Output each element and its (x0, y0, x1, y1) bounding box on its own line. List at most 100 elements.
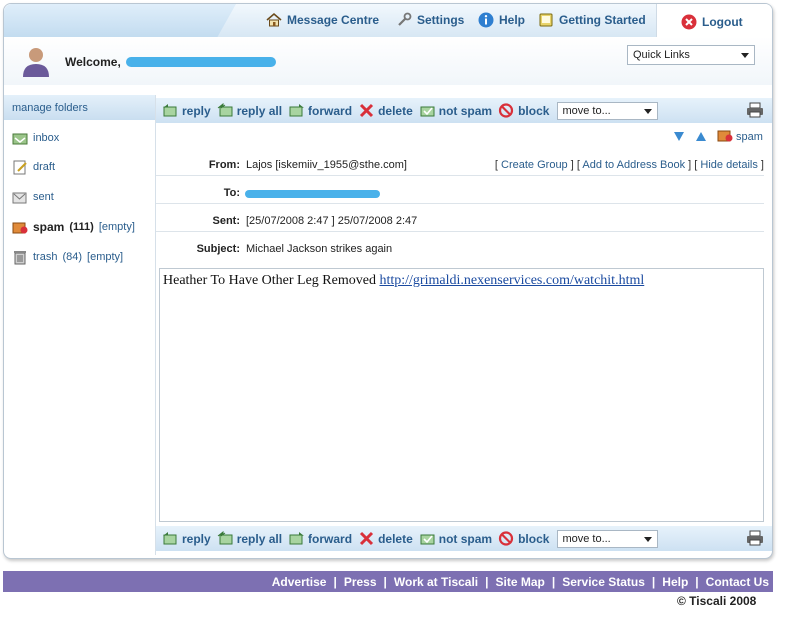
delete-button[interactable]: delete (358, 103, 413, 118)
not-spam-label: not spam (438, 103, 493, 118)
move-to-selected: move to... (562, 104, 611, 117)
reply-all-button[interactable]: reply all (217, 102, 283, 118)
block-button[interactable]: block (498, 531, 549, 546)
user-avatar-icon (21, 46, 51, 78)
book-icon (538, 12, 554, 28)
footer-separator: | (695, 574, 699, 589)
from-value[interactable]: Lajos [iskemiiv_1955@sthe.com] (246, 159, 407, 171)
nav-help[interactable]: Help (478, 10, 525, 30)
reply-icon (162, 531, 179, 546)
nav-getting-started[interactable]: Getting Started (538, 10, 646, 30)
block-label: block (518, 531, 550, 546)
sidebar-item-label: spam (33, 220, 65, 234)
webmail-window: Message Centre Settings Help Getting Sta… (3, 3, 773, 559)
welcome-bar: Welcome, Quick Links (4, 37, 772, 85)
print-icon[interactable] (746, 530, 764, 546)
mark-spam-button[interactable]: spam (717, 128, 763, 145)
footer-link-help[interactable]: Help (662, 575, 688, 589)
sidebar-item-trash[interactable]: trash (84) [empty] (12, 248, 123, 266)
manage-folders-header[interactable]: manage folders (4, 95, 155, 120)
sent-row: Sent: [25/07/2008 2:47 ] 25/07/2008 2:47 (156, 210, 764, 232)
not-spam-button[interactable]: not spam (419, 103, 492, 118)
not-spam-icon (419, 531, 436, 546)
footer-bar: Advertise | Press | Work at Tiscali | Si… (3, 571, 773, 592)
chevron-down-icon (741, 53, 749, 58)
reply-button[interactable]: reply (162, 531, 211, 546)
nav-message-centre-label: Message Centre (287, 13, 380, 27)
reply-button[interactable]: reply (162, 103, 211, 118)
reply-all-button[interactable]: reply all (217, 530, 282, 546)
logout-tab: Logout (656, 4, 772, 38)
add-to-address-book-link[interactable]: Add to Address Book (582, 159, 685, 171)
trash-empty-link[interactable]: [empty] (87, 251, 123, 263)
top-navigation-left-tab (4, 4, 236, 37)
block-label: block (518, 103, 550, 118)
sent-label: Sent: (212, 215, 241, 227)
print-icon[interactable] (746, 102, 764, 118)
not-spam-button[interactable]: not spam (419, 531, 492, 546)
create-group-link[interactable]: Create Group (501, 159, 568, 171)
block-icon (498, 103, 515, 118)
message-body-link[interactable]: http://grimaldi.nexenservices.com/watchi… (379, 273, 644, 288)
footer-link-advertise[interactable]: Advertise (272, 575, 327, 589)
redacted-recipient (245, 190, 380, 198)
logout-label: Logout (702, 15, 743, 29)
mark-spam-label: spam (736, 130, 763, 143)
nav-settings-label: Settings (417, 13, 465, 27)
spam-folder-icon (12, 219, 28, 235)
forward-icon (288, 531, 305, 546)
trash-icon (12, 249, 28, 265)
sidebar-item-label: draft (33, 161, 56, 173)
footer-link-service-status[interactable]: Service Status (562, 575, 645, 589)
logout-x-icon (681, 14, 697, 30)
footer-link-work-at-tiscali[interactable]: Work at Tiscali (394, 575, 478, 589)
sidebar-item-label: inbox (33, 132, 60, 144)
block-button[interactable]: block (498, 103, 549, 118)
sidebar-item-inbox[interactable]: inbox (12, 129, 59, 147)
nav-settings[interactable]: Settings (396, 10, 464, 30)
top-navigation: Message Centre Settings Help Getting Sta… (4, 4, 772, 38)
reply-label: reply (182, 531, 211, 546)
subject-label: Subject: (196, 243, 240, 255)
spam-empty-link[interactable]: [empty] (99, 221, 135, 233)
delete-x-icon (358, 531, 375, 546)
welcome-label: Welcome, (65, 55, 121, 69)
delete-button[interactable]: delete (358, 531, 413, 546)
message-toolbar-bottom: reply reply all forward delete not spam … (156, 526, 772, 551)
footer-link-contact-us[interactable]: Contact Us (706, 575, 769, 589)
sidebar-item-label: trash (33, 251, 58, 263)
nav-message-centre[interactable]: Message Centre (266, 10, 379, 30)
delete-x-icon (358, 103, 375, 118)
forward-label: forward (308, 531, 353, 546)
sidebar-item-spam[interactable]: spam (111) [empty] (12, 218, 135, 236)
quick-links-dropdown[interactable]: Quick Links (627, 45, 755, 65)
footer-link-press[interactable]: Press (344, 575, 377, 589)
move-to-selected: move to... (562, 532, 611, 545)
message-body: Heather To Have Other Leg Removed http:/… (159, 268, 764, 522)
previous-message-up-icon[interactable] (695, 130, 707, 142)
trash-count: (84) (62, 251, 83, 263)
forward-icon (288, 103, 305, 118)
copyright-notice: © Tiscali 2008 (677, 594, 757, 608)
move-to-dropdown[interactable]: move to... (557, 101, 659, 120)
footer-separator: | (333, 574, 337, 589)
logout-button[interactable]: Logout (681, 12, 743, 32)
nav-help-label: Help (499, 13, 526, 27)
reply-label: reply (182, 103, 211, 118)
forward-button[interactable]: forward (288, 103, 352, 118)
reply-all-label: reply all (236, 103, 283, 118)
sidebar-item-draft[interactable]: draft (12, 158, 55, 176)
spam-count: (111) (69, 221, 94, 233)
sidebar-item-sent[interactable]: sent (12, 188, 54, 206)
not-spam-label: not spam (438, 531, 493, 546)
quick-links-selected: Quick Links (633, 49, 690, 61)
move-to-dropdown[interactable]: move to... (557, 529, 659, 548)
reply-all-icon (217, 530, 234, 546)
nav-getting-started-label: Getting Started (559, 13, 646, 27)
wrench-icon (396, 12, 412, 28)
delete-label: delete (378, 531, 413, 546)
hide-details-link[interactable]: Hide details (700, 159, 757, 171)
forward-button[interactable]: forward (288, 531, 352, 546)
next-message-down-icon[interactable] (673, 130, 685, 142)
footer-link-site-map[interactable]: Site Map (496, 575, 545, 589)
